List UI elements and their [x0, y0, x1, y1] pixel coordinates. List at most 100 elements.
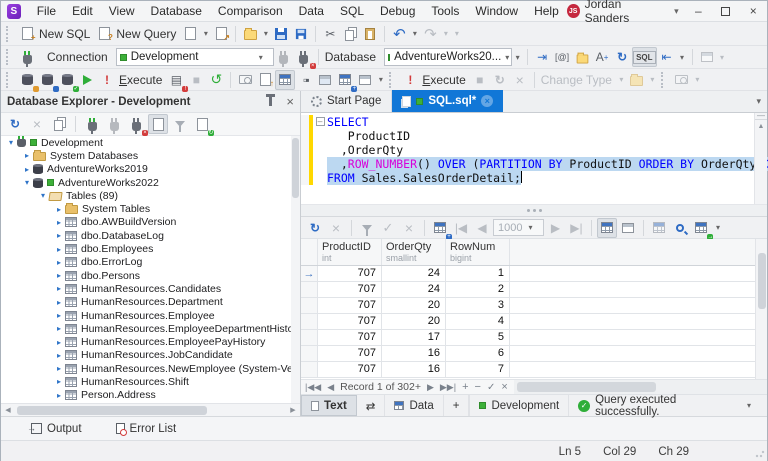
column-header[interactable]: RowNumbigint	[446, 239, 510, 265]
expand-icon[interactable]: ▸	[21, 151, 33, 160]
tree-item[interactable]: ▸System Databases	[1, 149, 300, 162]
layout-dropdown[interactable]: ▾	[717, 47, 728, 67]
new-query-button[interactable]: New Query	[114, 24, 180, 44]
code-line[interactable]: ,ROW_NUMBER() OVER (PARTITION BY Product…	[301, 157, 767, 171]
grid-cell[interactable]: 1	[446, 266, 510, 282]
expand-icon[interactable]: ▸	[53, 218, 65, 227]
results-grid-mode-button[interactable]	[275, 70, 295, 90]
revert-changes-button[interactable]: ×	[399, 218, 419, 238]
grid-cell[interactable]: 707	[318, 314, 382, 330]
footer-connection[interactable]: Development	[469, 395, 568, 416]
tree-horizontal-scrollbar[interactable]: ◀ ▶	[1, 403, 300, 416]
grid-vertical-scrollbar[interactable]	[755, 239, 767, 379]
column-header[interactable]: ProductIDint	[318, 239, 382, 265]
menu-file[interactable]: File	[29, 2, 64, 20]
menu-data[interactable]: Data	[291, 2, 332, 20]
open-results-dropdown[interactable]: ▾	[647, 70, 658, 90]
maximize-button[interactable]	[712, 1, 739, 21]
open-file-dropdown[interactable]: ▾	[260, 24, 271, 44]
code-line[interactable]: –SELECT	[301, 115, 767, 129]
last-record-button[interactable]: ▶▶|	[440, 382, 456, 393]
tab-sql-document[interactable]: SQL.sql* ×	[392, 90, 503, 112]
grid-cell[interactable]: 707	[318, 346, 382, 362]
database-combo[interactable]: AdventureWorks20... ▾	[384, 48, 512, 66]
execute2-icon[interactable]: !	[400, 70, 420, 90]
tree-item[interactable]: ▸Person.AddressType	[1, 402, 300, 403]
page-size-combo[interactable]: 1000▾	[493, 219, 544, 236]
tab-list-dropdown[interactable]: ▾	[756, 96, 767, 107]
collapse-icon[interactable]: ▾	[5, 138, 17, 147]
results-cancel-button[interactable]: ×	[326, 218, 346, 238]
new-connection-icon[interactable]	[17, 47, 37, 67]
export-dropdown[interactable]: ▾	[712, 218, 723, 238]
editor-scrollbar[interactable]: — ▲	[754, 113, 767, 204]
check-database-button[interactable]: ✓	[57, 70, 77, 90]
grid-cell[interactable]: 707	[318, 266, 382, 282]
tree-item[interactable]: ▸HumanResources.NewEmployee (System-Vers…	[1, 362, 300, 375]
user-avatar[interactable]: JS	[567, 4, 580, 18]
grid-cell[interactable]: 24	[382, 282, 446, 298]
edit-parameters-button[interactable]: [@]	[552, 47, 572, 67]
new-query-icon[interactable]: ?	[94, 24, 114, 44]
expand-icon[interactable]: ▸	[53, 391, 65, 400]
menu-tools[interactable]: Tools	[423, 2, 467, 20]
save-all-button[interactable]	[291, 24, 311, 44]
user-name[interactable]: Jordan Sanders	[585, 0, 663, 25]
resize-grip[interactable]	[755, 448, 765, 458]
menu-window[interactable]: Window	[467, 2, 526, 20]
export-plan-button[interactable]: ↑	[255, 70, 275, 90]
pivot-view-button[interactable]: ▫▪	[295, 70, 315, 90]
explorer-delete-button[interactable]: ×	[27, 114, 47, 134]
explorer-duplicate-button[interactable]	[49, 114, 69, 134]
tree-item[interactable]: ▸HumanResources.JobCandidate	[1, 349, 300, 362]
tree-item[interactable]: ▾Tables (89)	[1, 189, 300, 202]
next-record-button[interactable]: ▶	[427, 382, 434, 393]
snapshot-dropdown[interactable]: ▾	[692, 70, 703, 90]
stop2-button[interactable]: ■	[470, 70, 490, 90]
change-type-dropdown[interactable]: ▾	[616, 70, 627, 90]
toolbar-grip[interactable]	[661, 72, 667, 88]
export-data-button[interactable]: →	[691, 218, 711, 238]
apply-changes-button[interactable]: ✓	[378, 218, 398, 238]
explorer-close-icon[interactable]: ×	[286, 94, 294, 109]
refresh-results-button[interactable]: ↻	[490, 70, 510, 90]
snapshot-button[interactable]	[672, 70, 692, 90]
menu-database[interactable]: Database	[143, 2, 210, 20]
editor-results-splitter[interactable]	[301, 205, 767, 217]
redo-dropdown[interactable]: ▾	[440, 24, 451, 44]
explorer-refresh-button[interactable]: ↻	[5, 114, 25, 134]
tree-item[interactable]: ▸dbo.Persons	[1, 269, 300, 282]
first-page-button[interactable]: |◀	[451, 218, 471, 238]
query-history-button[interactable]: ↺	[206, 70, 226, 90]
card-view-button[interactable]	[618, 218, 638, 238]
grid-row[interactable]: 707242	[301, 282, 767, 298]
tree-item[interactable]: ▸dbo.AWBuildVersion	[1, 216, 300, 229]
pin-icon[interactable]	[269, 97, 272, 106]
execute-icon[interactable]: !	[97, 70, 117, 90]
grid-cell[interactable]: 24	[382, 266, 446, 282]
add-grid-button[interactable]: +	[335, 70, 355, 90]
grid-row[interactable]: 707204	[301, 314, 767, 330]
tree-item[interactable]: ▸dbo.Employees	[1, 242, 300, 255]
collapse-icon[interactable]: ▾	[37, 191, 49, 200]
outdent-button[interactable]: ⇤	[657, 47, 677, 67]
aggregates-button[interactable]	[649, 218, 669, 238]
grid-cell[interactable]: 20	[382, 298, 446, 314]
expand-icon[interactable]: ▸	[53, 364, 65, 373]
swap-view-button[interactable]: ⇄	[357, 395, 386, 416]
query-profiler-button[interactable]	[235, 70, 255, 90]
explorer-new-connection-button[interactable]	[82, 114, 102, 134]
code-line[interactable]: ,OrderQty	[301, 143, 767, 157]
toolbar-grip[interactable]	[6, 72, 12, 88]
expand-icon[interactable]: ▸	[53, 324, 65, 333]
tree-item[interactable]: ▸System Tables	[1, 202, 300, 215]
grid-cell[interactable]: 16	[382, 346, 446, 362]
grid-cell[interactable]: 707	[318, 282, 382, 298]
grid-cell[interactable]: 707	[318, 298, 382, 314]
tree-item[interactable]: ▸HumanResources.EmployeePayHistory	[1, 335, 300, 348]
tree-vertical-scrollbar[interactable]	[291, 136, 300, 403]
column-header[interactable]: OrderQtysmallint	[382, 239, 446, 265]
tab-error-list[interactable]: Error List	[116, 423, 177, 435]
redo-button[interactable]: ↷	[420, 24, 440, 44]
tree-item[interactable]: ▸HumanResources.Department	[1, 296, 300, 309]
